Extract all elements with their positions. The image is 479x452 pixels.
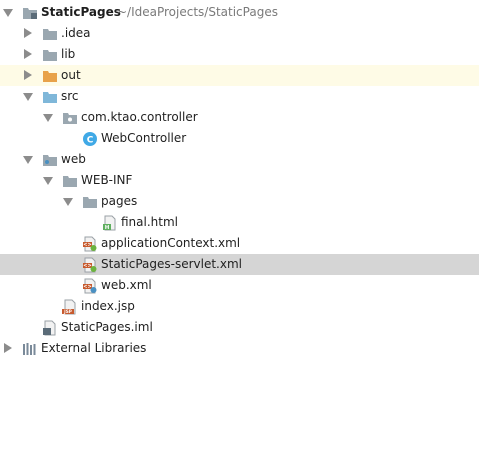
tree-node-label: pages [101,194,138,208]
tree-node-external-libraries[interactable]: External Libraries [0,338,479,359]
tree-node-label: web [61,152,86,166]
tree-node-webinf[interactable]: WEB-INF [0,170,479,191]
web-xml-file-icon: <> [82,278,98,294]
project-name: StaticPages [41,5,121,19]
tree-node-src[interactable]: src [0,86,479,107]
tree-node-application-context[interactable]: <> applicationContext.xml [0,233,479,254]
tree-node-web-xml[interactable]: <> web.xml [0,275,479,296]
tree-node-idea[interactable]: .idea [0,23,479,44]
package-icon [62,110,78,126]
tree-node-lib[interactable]: lib [0,44,479,65]
tree-node-label: com.ktao.controller [81,110,198,124]
tree-node-label: out [61,68,81,82]
svg-text:H: H [105,225,110,231]
tree-node-pages[interactable]: pages [0,191,479,212]
project-folder-icon [22,5,38,21]
collapse-arrow-icon[interactable] [63,198,73,206]
tree-node-index-jsp[interactable]: JSP index.jsp [0,296,479,317]
tree-node-label: lib [61,47,76,61]
collapse-arrow-icon[interactable] [23,156,33,164]
tree-node-label: index.jsp [81,299,135,313]
project-path: ~/IdeaProjects/StaticPages [117,5,278,19]
html-file-icon: H [102,215,118,231]
expand-arrow-icon[interactable] [4,343,12,353]
tree-node-label: WebController [101,131,187,145]
folder-icon [42,26,58,42]
folder-icon [62,173,78,189]
svg-text:<>: <> [83,284,91,290]
expand-arrow-icon[interactable] [24,28,32,38]
source-folder-icon [42,89,58,105]
tree-node-label: .idea [61,26,91,40]
tree-node-iml[interactable]: StaticPages.iml [0,317,479,338]
collapse-arrow-icon[interactable] [43,114,53,122]
web-folder-icon [42,152,58,168]
jsp-file-icon: JSP [62,299,78,315]
collapse-arrow-icon[interactable] [23,93,33,101]
tree-node-out[interactable]: out [0,65,479,86]
expand-arrow-icon[interactable] [24,49,32,59]
tree-node-label: StaticPages-servlet.xml [101,257,242,271]
library-icon [22,341,38,357]
excluded-folder-icon [42,68,58,84]
tree-node-label: WEB-INF [81,173,133,187]
svg-text:<>: <> [83,242,91,248]
tree-node-label: applicationContext.xml [101,236,241,250]
tree-node-label: StaticPages.iml [61,320,153,334]
spring-xml-file-icon: <> [82,257,98,273]
svg-text:JSP: JSP [63,309,72,314]
tree-node-web[interactable]: web [0,149,479,170]
folder-icon [82,194,98,210]
tree-node-package[interactable]: com.ktao.controller [0,107,479,128]
collapse-arrow-icon[interactable] [43,177,53,185]
expand-arrow-icon[interactable] [24,70,32,80]
tree-node-label: web.xml [101,278,152,292]
tree-node-label: src [61,89,79,103]
svg-text:<>: <> [83,263,91,269]
module-file-icon [42,320,58,336]
tree-node-webcontroller[interactable]: C WebController [0,128,479,149]
tree-node-label: External Libraries [41,341,147,355]
java-class-icon: C [82,131,98,147]
tree-node-final-html[interactable]: H final.html [0,212,479,233]
svg-text:C: C [87,136,94,146]
tree-node-project-root[interactable]: StaticPages ~/IdeaProjects/StaticPages [0,2,479,23]
collapse-arrow-icon[interactable] [3,9,13,17]
spring-xml-file-icon: <> [82,236,98,252]
folder-icon [42,47,58,63]
tree-node-label: final.html [121,215,178,229]
tree-node-servlet-xml[interactable]: <> StaticPages-servlet.xml [0,254,479,275]
